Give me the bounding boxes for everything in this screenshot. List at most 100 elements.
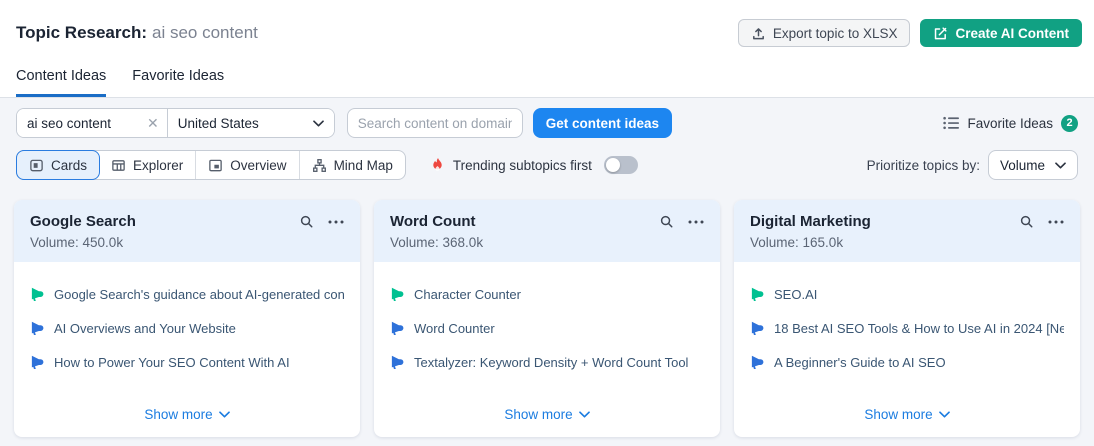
table-view-icon [111,158,126,173]
page-header: Topic Research: ai seo content Export top… [0,0,1094,54]
view-switcher: Cards Explorer Overview Mind Map [16,150,406,180]
view-tab-cards[interactable]: Cards [16,150,100,180]
megaphone-icon [750,355,765,370]
list-icon [943,116,959,130]
topic-card-google-search: Google Search Volume: 450.0k Google [14,200,360,437]
show-more-link[interactable]: Show more [504,407,589,422]
prioritize-select-value: Volume [1000,158,1045,173]
headline-item[interactable]: Google Search's guidance about AI-genera… [30,287,344,302]
megaphone-icon [750,287,765,302]
card-volume: Volume: 368.0k [390,235,704,250]
topic-card-digital-marketing: Digital Marketing Volume: 165.0k SE [734,200,1080,437]
trending-subtopics-label: Trending subtopics first [453,158,592,173]
headline-item[interactable]: 18 Best AI SEO Tools & How to Use AI in … [750,321,1064,336]
view-tab-explorer-label: Explorer [133,158,183,173]
export-topic-button[interactable]: Export topic to XLSX [738,19,911,47]
headline-item[interactable]: Word Counter [390,321,704,336]
megaphone-icon [390,321,405,336]
card-title: Digital Marketing [750,213,1019,230]
clear-query-icon[interactable]: ✕ [145,115,167,132]
topic-query-input[interactable] [17,109,145,137]
page-title-label: Topic Research: [16,23,147,42]
topic-cards: Google Search Volume: 450.0k Google [14,200,1080,437]
edit-icon [933,26,948,41]
headline-item[interactable]: Textalyzer: Keyword Density + Word Count… [390,355,704,370]
chevron-down-icon [579,411,590,418]
card-title: Google Search [30,213,299,230]
view-controls-row: Cards Explorer Overview Mind Map [16,150,1078,180]
create-ai-content-label: Create AI Content [955,26,1069,41]
more-options-icon[interactable] [1048,220,1064,224]
card-volume: Volume: 165.0k [750,235,1064,250]
megaphone-icon [390,287,405,302]
headline-item[interactable]: AI Overviews and Your Website [30,321,344,336]
headline-text: SEO.AI [774,287,817,302]
card-title: Word Count [390,213,659,230]
upload-icon [751,26,766,41]
chevron-down-icon [939,411,950,418]
megaphone-icon [390,355,405,370]
headline-text: Google Search's guidance about AI-genera… [54,287,344,302]
topic-query-control: ✕ United States [16,108,335,138]
megaphone-icon [30,355,45,370]
chevron-down-icon [313,120,324,127]
search-icon[interactable] [299,214,314,229]
headline-text: A Beginner's Guide to AI SEO [774,355,946,370]
headline-text: Word Counter [414,321,495,336]
megaphone-icon [30,287,45,302]
cards-view-icon [29,158,44,173]
content-area: ✕ United States Get content ideas Favori… [0,98,1094,446]
view-tab-cards-label: Cards [51,158,87,173]
country-select-value: United States [178,116,259,131]
create-ai-content-button[interactable]: Create AI Content [920,19,1082,47]
get-content-ideas-button[interactable]: Get content ideas [533,108,672,138]
trending-subtopics-toggle[interactable] [604,156,638,174]
view-tab-overview[interactable]: Overview [195,151,298,179]
show-more-link[interactable]: Show more [144,407,229,422]
megaphone-icon [750,321,765,336]
tab-bar: Content Ideas Favorite Ideas [0,54,1094,98]
headline-text: 18 Best AI SEO Tools & How to Use AI in … [774,321,1064,336]
view-tab-mind-map-label: Mind Map [334,158,393,173]
headline-text: How to Power Your SEO Content With AI [54,355,290,370]
headline-item[interactable]: A Beginner's Guide to AI SEO [750,355,1064,370]
show-more-label: Show more [504,407,572,422]
headline-item[interactable]: SEO.AI [750,287,1064,302]
more-options-icon[interactable] [688,220,704,224]
prioritize-label: Prioritize topics by: [867,158,980,173]
mind-map-view-icon [312,158,327,173]
topic-card-word-count: Word Count Volume: 368.0k Character [374,200,720,437]
page-title: Topic Research: ai seo content [16,23,258,43]
card-volume: Volume: 450.0k [30,235,344,250]
prioritize-select[interactable]: Volume [988,150,1078,180]
page-title-topic: ai seo content [152,23,258,42]
favorite-ideas-label: Favorite Ideas [967,116,1053,131]
trending-subtopics-control: Trending subtopics first [430,156,638,174]
headline-text: AI Overviews and Your Website [54,321,236,336]
tab-favorite-ideas[interactable]: Favorite Ideas [132,68,224,97]
view-tab-mind-map[interactable]: Mind Map [299,151,405,179]
more-options-icon[interactable] [328,220,344,224]
export-topic-label: Export topic to XLSX [773,26,898,41]
flame-icon [430,157,445,173]
headline-item[interactable]: Character Counter [390,287,704,302]
prioritize-control: Prioritize topics by: Volume [867,150,1078,180]
chevron-down-icon [219,411,230,418]
domain-search-input[interactable] [347,108,523,138]
view-tab-overview-label: Overview [230,158,286,173]
headline-text: Textalyzer: Keyword Density + Word Count… [414,355,688,370]
favorite-ideas-link[interactable]: Favorite Ideas 2 [943,115,1078,132]
headline-item[interactable]: How to Power Your SEO Content With AI [30,355,344,370]
favorite-ideas-count-badge: 2 [1061,115,1078,132]
search-row: ✕ United States Get content ideas Favori… [16,108,1078,138]
megaphone-icon [30,321,45,336]
tab-content-ideas[interactable]: Content Ideas [16,68,106,97]
country-select[interactable]: United States [168,109,334,137]
overview-view-icon [208,158,223,173]
chevron-down-icon [1055,162,1066,169]
view-tab-explorer[interactable]: Explorer [99,151,195,179]
search-icon[interactable] [659,214,674,229]
show-more-link[interactable]: Show more [864,407,949,422]
show-more-label: Show more [864,407,932,422]
search-icon[interactable] [1019,214,1034,229]
